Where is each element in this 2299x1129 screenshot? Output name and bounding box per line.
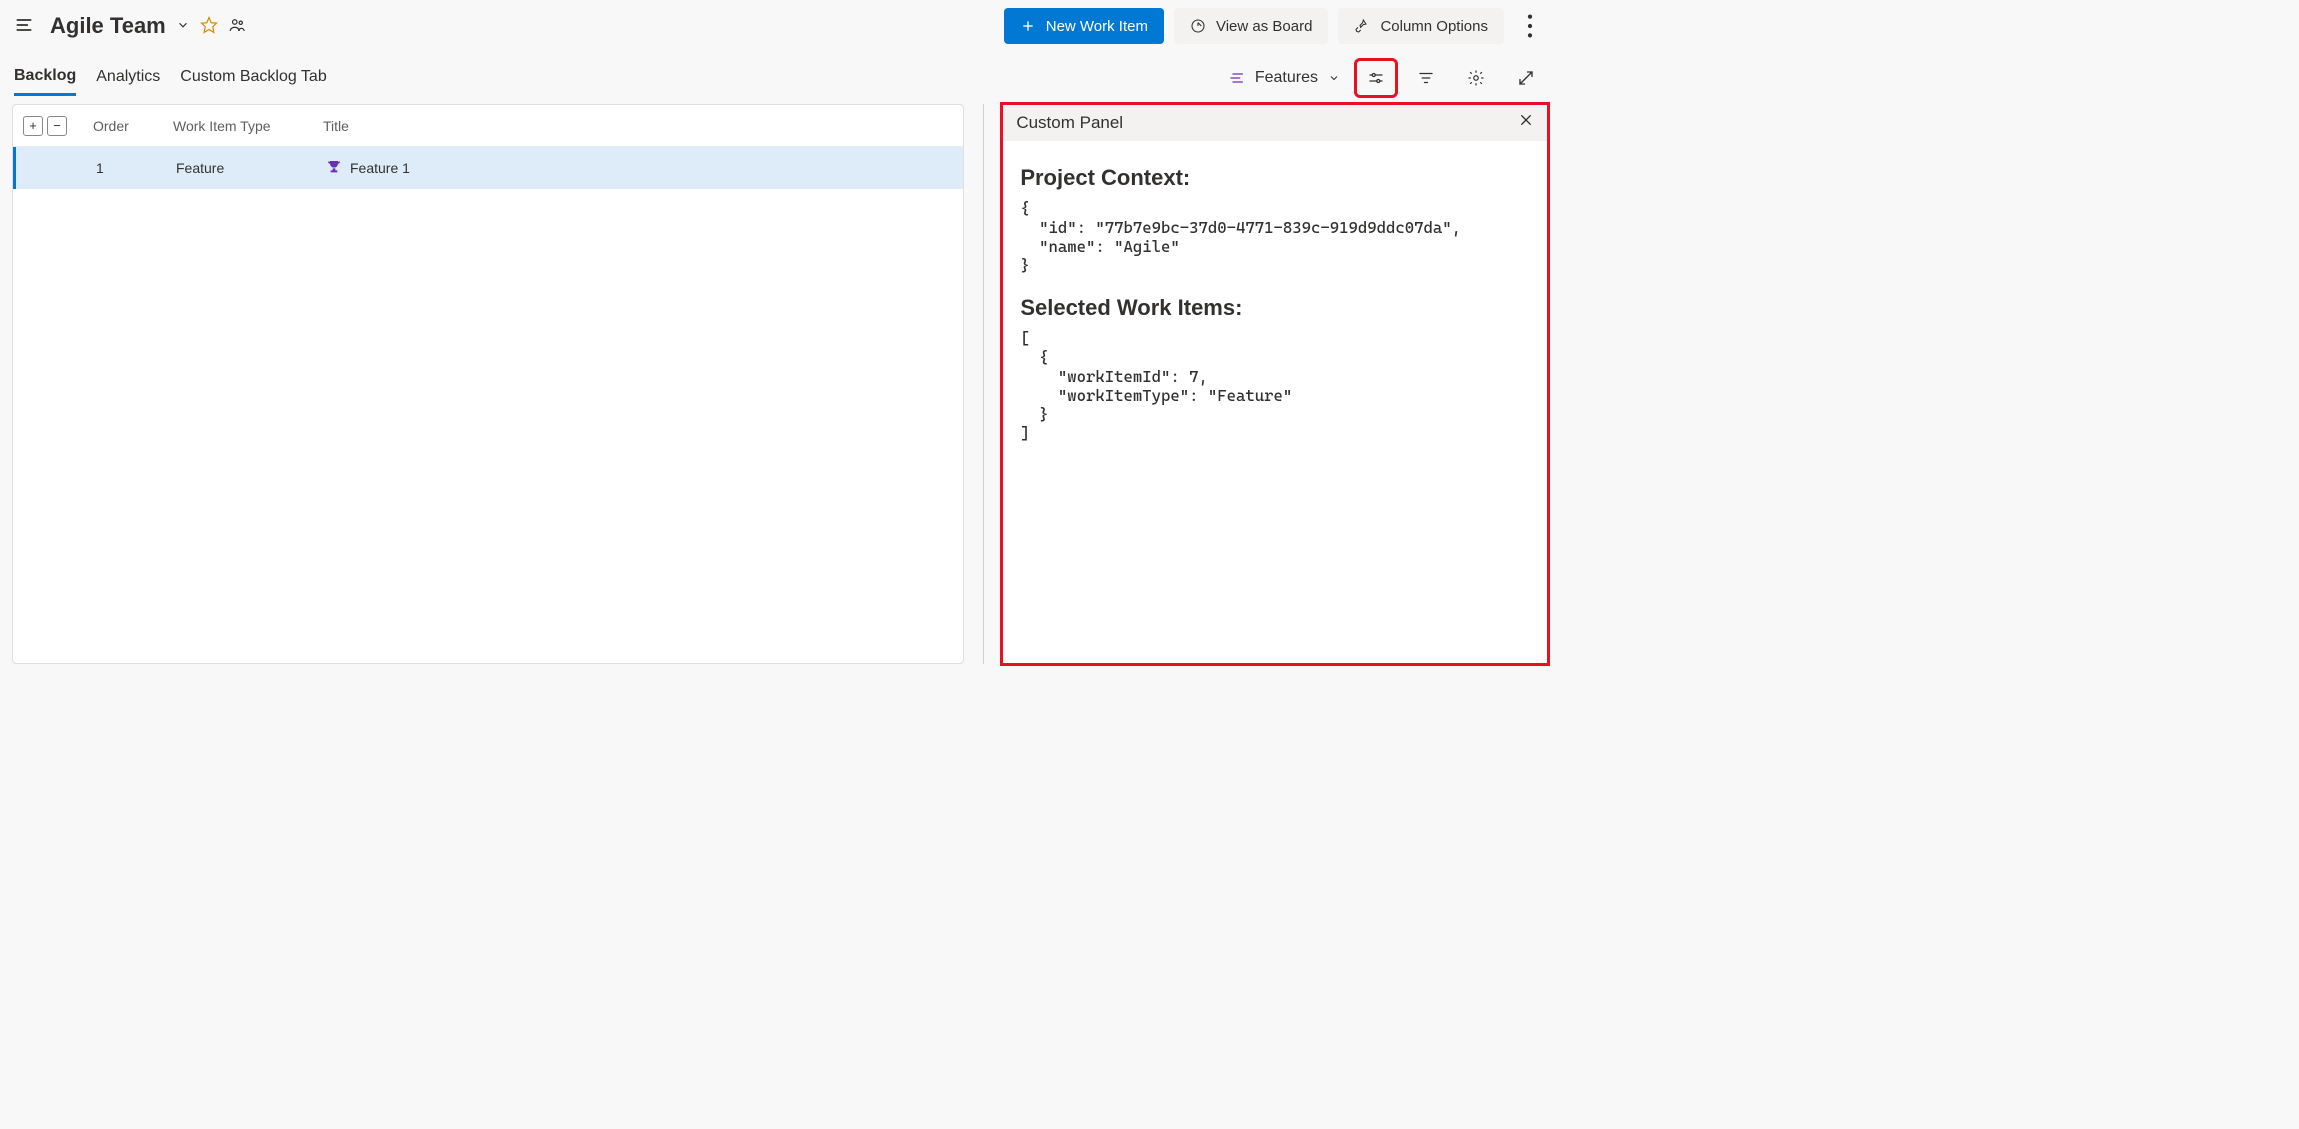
column-options-button[interactable]: Column Options [1338,8,1504,44]
header-actions: New Work Item View as Board Column Optio… [1004,8,1546,44]
side-panel-toggle[interactable] [1356,60,1396,96]
new-work-item-button[interactable]: New Work Item [1004,8,1164,44]
more-actions-button[interactable] [1514,8,1546,44]
feature-icon [326,159,342,178]
tab-backlog[interactable]: Backlog [14,61,76,96]
view-as-board-label: View as Board [1216,18,1312,35]
backlog-grid: + − Order Work Item Type Title 1 Feature… [12,104,964,664]
favorite-icon[interactable] [200,16,218,37]
main-split: + − Order Work Item Type Title 1 Feature… [0,96,1560,676]
collapse-all-button[interactable]: − [47,116,67,136]
backlog-level-picker[interactable]: Features [1223,65,1346,91]
cell-type: Feature [176,160,326,176]
table-row[interactable]: 1 Feature Feature 1 [13,147,963,189]
tab-custom-backlog[interactable]: Custom Backlog Tab [180,62,326,94]
menu-icon[interactable] [14,15,34,38]
close-icon[interactable] [1518,112,1534,133]
cell-title: Feature 1 [326,159,953,178]
team-picker[interactable]: Agile Team [44,13,190,39]
column-order[interactable]: Order [93,118,173,134]
panel-header: Custom Panel [1002,104,1548,141]
expand-all-button[interactable]: + [23,116,43,136]
panel-body: Project Context: { "id": "77b7e9bc-37d0-… [1002,141,1548,477]
selected-items-heading: Selected Work Items: [1020,295,1530,321]
column-options-label: Column Options [1380,18,1488,35]
new-work-item-label: New Work Item [1046,18,1148,35]
chevron-down-icon [176,18,190,35]
project-context-heading: Project Context: [1020,165,1530,191]
team-title: Agile Team [50,13,166,39]
view-as-board-button[interactable]: View as Board [1174,8,1328,44]
panel-title: Custom Panel [1016,113,1123,133]
column-type[interactable]: Work Item Type [173,118,323,134]
project-context-json: { "id": "77b7e9bc-37d0-4771-839c-919d9dd… [1020,199,1530,275]
tab-bar: Backlog Analytics Custom Backlog Tab Fea… [0,50,1560,96]
tab-analytics[interactable]: Analytics [96,62,160,94]
custom-panel: Custom Panel Project Context: { "id": "7… [1002,104,1548,664]
grid-header: + − Order Work Item Type Title [13,105,963,147]
backlog-level-label: Features [1255,69,1318,87]
filter-button[interactable] [1406,60,1446,96]
team-members-icon[interactable] [228,16,246,37]
fullscreen-button[interactable] [1506,60,1546,96]
splitter[interactable] [964,104,1002,664]
cell-title-text: Feature 1 [350,160,410,176]
column-title[interactable]: Title [323,118,953,134]
page-header: Agile Team New Work Item View as Board [0,0,1560,50]
selected-items-json: [ { "workItemId": 7, "workItemType": "Fe… [1020,329,1530,443]
view-toolbar: Features [1223,60,1546,96]
cell-order: 1 [96,160,176,176]
settings-button[interactable] [1456,60,1496,96]
